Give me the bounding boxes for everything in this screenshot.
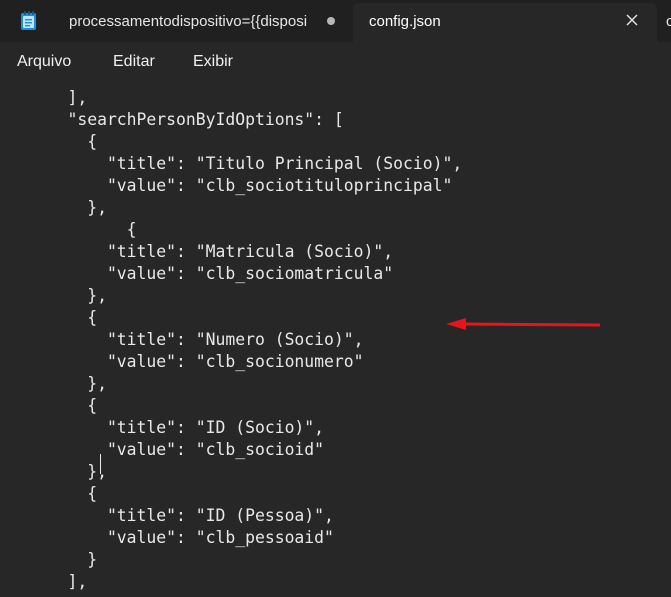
tab-label: config.json (369, 13, 441, 30)
text-editor[interactable]: ], "searchPersonByIdOptions": [ { "title… (0, 82, 671, 597)
code-line: { (28, 396, 98, 415)
tab-label: processamentodispositivo={{disposi (69, 13, 308, 30)
code-line: "value": "clb_sociomatricula" (28, 264, 394, 283)
code-line: "value": "clb_socionumero" (28, 352, 364, 371)
close-icon[interactable] (623, 11, 641, 29)
tab-partial[interactable]: co (660, 0, 671, 42)
code-line: "title": "Titulo Principal (Socio)", (28, 154, 463, 173)
code-line: } (28, 550, 98, 569)
code-line: { (28, 132, 98, 151)
code-line: }, (28, 198, 107, 217)
code-line: }, (28, 462, 107, 481)
code-line: { (28, 484, 98, 503)
code-line: "title": "ID (Pessoa)", (28, 506, 334, 525)
notepad-icon (21, 11, 36, 30)
tab-config-json[interactable]: config.json (353, 3, 657, 42)
menu-editar[interactable]: Editar (113, 53, 155, 71)
code-line: }, (28, 286, 107, 305)
code-line: ], (28, 88, 88, 107)
code-line: }, (28, 374, 107, 393)
tab-label: co (666, 13, 671, 30)
menu-exibir[interactable]: Exibir (193, 53, 233, 71)
code-line: "title": "Matricula (Socio)", (28, 242, 394, 261)
menu-arquivo[interactable]: Arquivo (17, 53, 71, 71)
code-line: "value": "clb_pessoaid" (28, 528, 334, 547)
code-line: { (28, 220, 137, 239)
code-line: ], (28, 572, 88, 591)
code-line: "searchPersonByIdOptions": [ (28, 110, 344, 129)
menu-bar: Arquivo Editar Exibir (0, 42, 671, 82)
code-line: "title": "Numero (Socio)", (28, 330, 364, 349)
code-line: "value": "clb_sociotituloprincipal" (28, 176, 453, 195)
tab-processamentodispositivo[interactable]: processamentodispositivo={{disposi (54, 0, 356, 42)
code-line: "title": "ID (Socio)", (28, 418, 325, 437)
code-line: { (28, 308, 98, 327)
tab-bar: processamentodispositivo={{disposi confi… (0, 0, 671, 42)
unsaved-dot-icon (327, 17, 335, 25)
text-caret (100, 454, 101, 474)
code-line: "value": "clb_socioid" (28, 440, 325, 459)
